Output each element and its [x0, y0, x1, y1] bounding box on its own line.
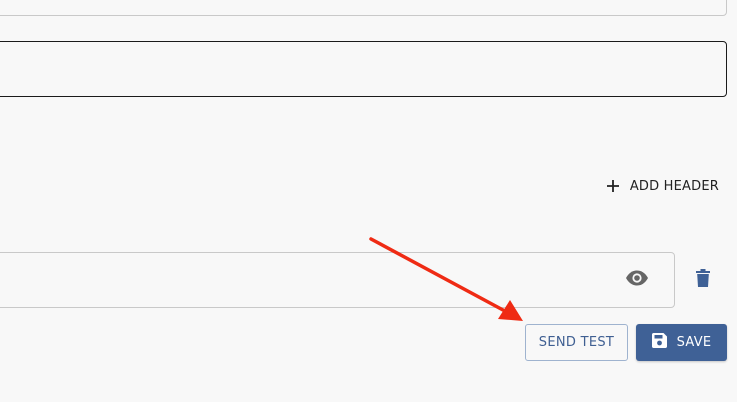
floppy-disk-icon [651, 333, 667, 352]
send-test-button[interactable]: SEND TEST [525, 324, 628, 361]
plus-icon [606, 179, 620, 193]
text-field-focused[interactable] [0, 41, 727, 97]
add-header-button[interactable]: ADD HEADER [606, 172, 719, 200]
header-value-field[interactable] [0, 252, 675, 308]
trash-icon [696, 269, 710, 291]
delete-header-button[interactable] [688, 266, 718, 294]
add-header-label: ADD HEADER [629, 178, 719, 194]
eye-icon [625, 270, 649, 290]
url-field[interactable] [0, 0, 727, 16]
save-label: SAVE [676, 335, 712, 350]
send-test-label: SEND TEST [538, 335, 615, 350]
webhook-form: ADD HEADER SEND TEST SAVE [0, 0, 737, 402]
toggle-visibility-button[interactable] [622, 266, 652, 294]
save-button[interactable]: SAVE [636, 324, 727, 361]
